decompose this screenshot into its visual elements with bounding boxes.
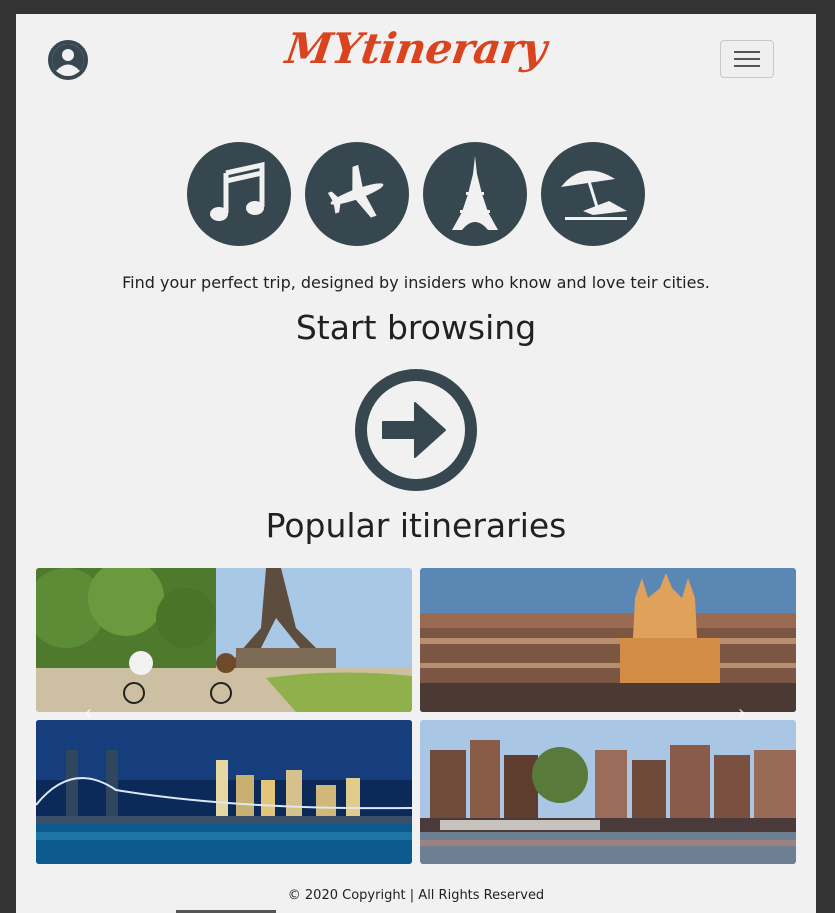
carousel-prev-button[interactable]: ‹ <box>78 702 98 726</box>
chevron-right-icon: › <box>737 701 747 726</box>
carousel-next-button[interactable]: › <box>732 702 752 726</box>
beach-umbrella-icon <box>541 142 645 246</box>
footer-copyright: © 2020 Copyright | All Rights Reserved <box>287 888 545 903</box>
popular-itineraries-heading: Popular itineraries <box>265 506 567 545</box>
music-note-icon <box>187 142 291 246</box>
paris-image <box>36 568 412 712</box>
itinerary-card-paris[interactable] <box>36 568 412 712</box>
feature-icons <box>16 142 816 246</box>
start-browsing-heading: Start browsing <box>295 308 537 347</box>
page: MYtinerary Find your perfect trip, desig… <box>16 14 816 913</box>
arrow-right-circle-icon[interactable] <box>353 367 479 493</box>
eiffel-tower-icon <box>423 142 527 246</box>
itinerary-card-barcelona[interactable] <box>420 568 796 712</box>
itinerary-card-amsterdam[interactable] <box>420 720 796 864</box>
itinerary-card-new-york[interactable] <box>36 720 412 864</box>
airplane-icon <box>305 142 409 246</box>
navbar: MYtinerary <box>16 14 816 114</box>
hamburger-icon <box>734 51 760 67</box>
new-york-image <box>36 720 412 864</box>
menu-toggle-button[interactable] <box>720 40 774 78</box>
tagline: Find your perfect trip, designed by insi… <box>122 273 710 292</box>
barcelona-image <box>420 568 796 712</box>
amsterdam-image <box>420 720 796 864</box>
site-logo[interactable]: MYtinerary <box>16 24 816 73</box>
chevron-left-icon: ‹ <box>83 701 93 726</box>
